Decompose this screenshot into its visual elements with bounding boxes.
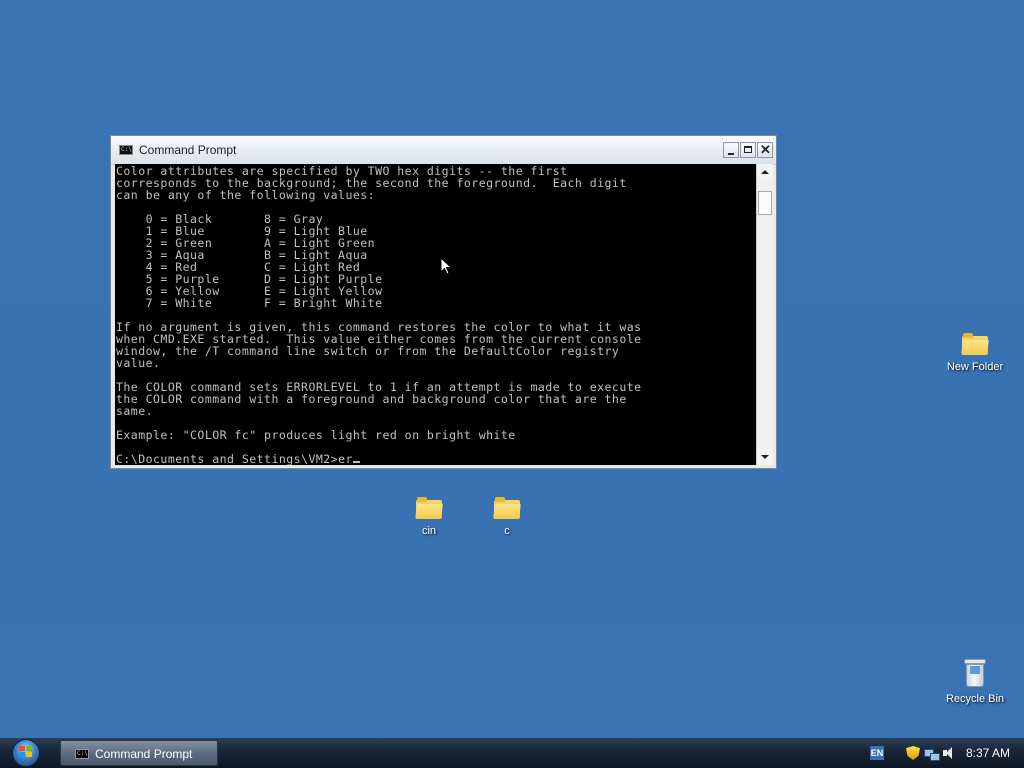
text-cursor (352, 461, 360, 463)
console-output[interactable]: Color attributes are specified by TWO he… (115, 164, 756, 465)
desktop-icon-label: c (504, 525, 510, 537)
clock[interactable]: 8:37 AM (966, 746, 1010, 760)
command-input[interactable]: er (338, 452, 353, 465)
taskbar-button-label: Command Prompt (95, 747, 193, 761)
maximize-button[interactable] (740, 142, 756, 158)
start-button[interactable] (6, 738, 44, 768)
folder-icon (415, 497, 443, 519)
close-button[interactable]: ✕ (757, 142, 773, 158)
cmd-app-icon[interactable]: C:\ (119, 145, 133, 155)
language-indicator[interactable]: EN (870, 746, 884, 760)
security-shield-icon[interactable] (906, 746, 920, 760)
desktop-icon-label: Recycle Bin (945, 693, 1005, 705)
minimize-button[interactable] (723, 142, 739, 158)
console-line: the COLOR command with a foreground and … (116, 392, 627, 406)
console-line: same. (116, 404, 154, 418)
console-line: 7 = White F = Bright White (116, 296, 383, 310)
taskbar-button-command-prompt[interactable]: C:\ Command Prompt (60, 740, 218, 766)
scroll-thumb[interactable] (758, 191, 772, 215)
vertical-scrollbar[interactable] (756, 164, 773, 465)
console-line: can be any of the following values: (116, 188, 376, 202)
recycle-bin-icon (964, 659, 986, 687)
desktop-icon-recycle-bin[interactable]: Recycle Bin (935, 659, 1015, 705)
desktop: New Folder cin c Recycle Bin C:\ Command… (0, 0, 1024, 738)
network-icon[interactable] (924, 746, 940, 761)
console-line: Example: "COLOR fc" produces light red o… (116, 428, 516, 442)
console-text: Color attributes are specified by TWO he… (115, 164, 756, 465)
command-prompt-window[interactable]: C:\ Command Prompt ✕ Color attributes ar… (110, 135, 777, 469)
mouse-pointer-icon (440, 256, 453, 280)
command-prompt-path: C:\Documents and Settings\VM2> (116, 452, 339, 465)
window-title: Command Prompt (139, 143, 237, 157)
title-bar[interactable]: C:\ Command Prompt ✕ (111, 136, 776, 165)
cmd-app-icon: C:\ (75, 749, 89, 759)
console-line: value. (116, 356, 161, 370)
console-line: window, the /T command line switch or fr… (116, 344, 620, 358)
volume-icon[interactable] (942, 746, 956, 760)
scroll-up-button[interactable] (757, 164, 773, 180)
desktop-icon-new-folder[interactable]: New Folder (935, 333, 1015, 373)
windows-flag-icon (19, 746, 33, 758)
desktop-icon-cin[interactable]: cin (389, 497, 469, 537)
folder-icon (493, 497, 521, 519)
desktop-icon-label: cin (421, 525, 437, 537)
scroll-down-button[interactable] (757, 449, 773, 465)
desktop-icon-c[interactable]: c (467, 497, 547, 537)
folder-icon (961, 333, 989, 355)
desktop-icon-label: New Folder (946, 361, 1004, 373)
close-icon: ✕ (760, 142, 771, 157)
taskbar: C:\ Command Prompt EN 8:37 AM (0, 738, 1024, 768)
system-tray: EN 8:37 AM (864, 738, 1024, 768)
